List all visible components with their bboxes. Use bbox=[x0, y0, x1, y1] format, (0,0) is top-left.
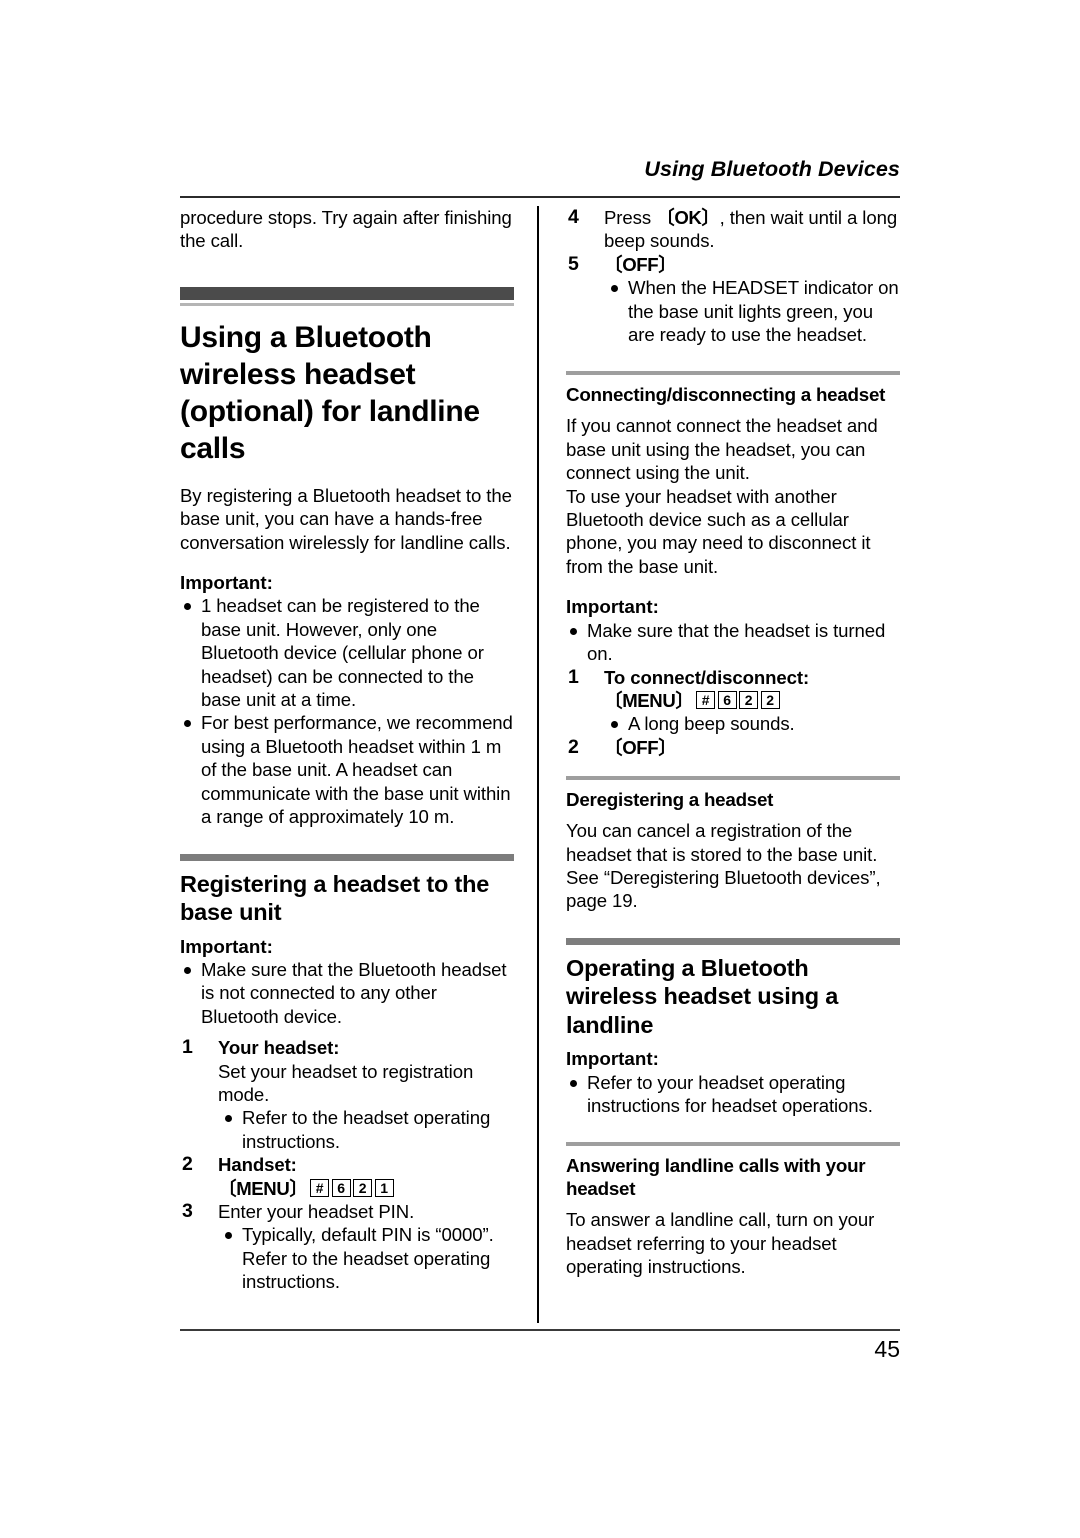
important-label: Important: bbox=[566, 596, 659, 618]
deregistering-paragraph: You can cancel a registration of the hea… bbox=[566, 820, 881, 912]
list-item: Make sure that the Bluetooth headset is … bbox=[180, 958, 514, 1028]
key-label-off: 〔OFF〕 bbox=[604, 253, 677, 275]
section-bar-operating bbox=[566, 937, 900, 945]
continued-paragraph: procedure stops. Try again after finishi… bbox=[180, 207, 512, 252]
keybox-2: 2 bbox=[353, 1178, 373, 1197]
step-2: 2 Handset: 〔MENU〕 #6 2 1 bbox=[180, 1153, 514, 1200]
major-section-bar bbox=[180, 286, 514, 300]
key-sequence-menu-621: 〔MENU〕 #6 2 1 bbox=[218, 1177, 394, 1200]
list-item: When the HEADSET indicator on the base u… bbox=[604, 276, 900, 346]
keybox-6: 6 bbox=[331, 1178, 351, 1197]
major-heading: Using a Bluetooth wireless headset (opti… bbox=[180, 320, 480, 465]
step-5: 5 〔OFF〕 When the HEADSET indicator on th… bbox=[566, 253, 900, 347]
key-label-menu: 〔MENU〕 bbox=[604, 689, 694, 711]
right-column: 4 Press 〔OK〕, then wait until a long bee… bbox=[566, 206, 900, 1279]
connecting-paragraph-1: If you cannot connect the headset and ba… bbox=[566, 415, 878, 484]
step-1: 1 Your headset: Set your headset to regi… bbox=[180, 1036, 514, 1153]
left-column: procedure stops. Try again after finishi… bbox=[180, 206, 514, 1294]
key-label-off: 〔OFF〕 bbox=[604, 736, 677, 758]
list-item: A long beep sounds. bbox=[604, 712, 900, 735]
step-bullet-list: Refer to the headset operating instructi… bbox=[218, 1106, 514, 1153]
connecting-important-bullet-list: Make sure that the headset is turned on. bbox=[566, 619, 900, 666]
header-rule bbox=[180, 196, 900, 198]
column-divider bbox=[537, 206, 539, 1323]
key-sequence-menu-622: 〔MENU〕 #6 2 2 bbox=[604, 689, 780, 712]
registering-important-bullet-list: Make sure that the Bluetooth headset is … bbox=[180, 958, 514, 1028]
list-item: 1 headset can be registered to the base … bbox=[180, 594, 514, 711]
footer-rule bbox=[180, 1329, 900, 1331]
step-bullet-list: When the HEADSET indicator on the base u… bbox=[604, 276, 900, 346]
step-number: 3 bbox=[182, 1199, 193, 1222]
keybox-2-first: 2 bbox=[739, 690, 759, 709]
step-bold-line: To connect/disconnect: bbox=[604, 666, 810, 688]
step-bold-line: Your headset: bbox=[218, 1037, 340, 1059]
connecting-paragraph-2: To use your headset with another Bluetoo… bbox=[566, 485, 871, 577]
section-heading-registering: Registering a headset to the base unit bbox=[180, 870, 490, 926]
keybox-2-second: 2 bbox=[760, 690, 780, 709]
step-number: 5 bbox=[568, 252, 579, 275]
sub-heading-deregistering: Deregistering a headset bbox=[566, 789, 774, 811]
list-item: Typically, default PIN is “0000”. Refer … bbox=[218, 1223, 514, 1293]
sub-bar-deregistering bbox=[566, 776, 900, 781]
registering-steps-continued-list: 4 Press 〔OK〕, then wait until a long bee… bbox=[566, 206, 900, 346]
list-item: Refer to the headset operating instructi… bbox=[218, 1106, 514, 1153]
registering-steps-list: 1 Your headset: Set your headset to regi… bbox=[180, 1036, 514, 1293]
step-1: 1 To connect/disconnect: 〔MENU〕 #6 2 2 A lo… bbox=[566, 666, 900, 736]
step-number: 2 bbox=[182, 1153, 193, 1176]
connecting-steps-list: 1 To connect/disconnect: 〔MENU〕 #6 2 2 A lo… bbox=[566, 666, 900, 760]
keybox-hash: # bbox=[696, 690, 716, 709]
key-label-ok: 〔OK〕 bbox=[656, 207, 720, 228]
body-columns: procedure stops. Try again after finishi… bbox=[180, 206, 900, 1323]
step-number: 4 bbox=[568, 206, 579, 228]
keybox-hash: # bbox=[310, 1178, 330, 1197]
section-bar-registering bbox=[180, 853, 514, 861]
operating-important-bullet-list: Refer to your headset operating instruct… bbox=[566, 1071, 900, 1118]
important-label: Important: bbox=[180, 572, 273, 594]
list-item: For best performance, we recommend using… bbox=[180, 711, 514, 828]
bullet-prefix: Typically, default PIN is bbox=[242, 1224, 436, 1246]
important-bullet-list: 1 headset can be registered to the base … bbox=[180, 594, 514, 828]
step-number: 2 bbox=[568, 735, 579, 758]
step-2: 2 〔OFF〕 bbox=[566, 736, 900, 759]
step-text: Enter your headset PIN. bbox=[218, 1200, 415, 1222]
sub-bar-connecting bbox=[566, 371, 900, 376]
step-bold-line: Handset: bbox=[218, 1154, 297, 1176]
keybox-1: 1 bbox=[374, 1178, 394, 1197]
answering-paragraph: To answer a landline call, turn on your … bbox=[566, 1209, 875, 1278]
step-text-prefix: Press bbox=[604, 207, 657, 228]
keybox-6: 6 bbox=[717, 690, 737, 709]
list-item: Refer to your headset operating instruct… bbox=[566, 1071, 900, 1118]
sub-heading-answering: Answering landline calls with your heads… bbox=[566, 1155, 866, 1200]
page-number: 45 bbox=[874, 1336, 900, 1362]
major-section-bar-underline bbox=[180, 302, 514, 306]
sub-bar-answering bbox=[566, 1142, 900, 1147]
step-3: 3 Enter your headset PIN. Typically, def… bbox=[180, 1200, 514, 1294]
list-item: Make sure that the headset is turned on. bbox=[566, 619, 900, 666]
running-header-title: Using Bluetooth Devices bbox=[644, 157, 900, 181]
step-bullet-list: Typically, default PIN is “0000”. Refer … bbox=[218, 1223, 514, 1293]
step-number: 1 bbox=[568, 665, 579, 688]
key-label-menu: 〔MENU〕 bbox=[218, 1177, 308, 1199]
important-label: Important: bbox=[566, 1048, 659, 1070]
step-bullet-list: A long beep sounds. bbox=[604, 712, 900, 735]
document-page: Using Bluetooth Devices procedure stops.… bbox=[0, 0, 1080, 1538]
step-text: Set your headset to registration mode. bbox=[218, 1060, 474, 1105]
sub-heading-connecting: Connecting/disconnecting a headset bbox=[566, 384, 886, 406]
intro-paragraph: By registering a Bluetooth headset to th… bbox=[180, 484, 512, 553]
step-number: 1 bbox=[182, 1036, 193, 1059]
important-label: Important: bbox=[180, 935, 273, 957]
section-heading-operating: Operating a Bluetooth wireless headset u… bbox=[566, 954, 839, 1038]
step-4: 4 Press 〔OK〕, then wait until a long bee… bbox=[566, 206, 900, 253]
default-pin-value: “0000” bbox=[435, 1224, 489, 1246]
